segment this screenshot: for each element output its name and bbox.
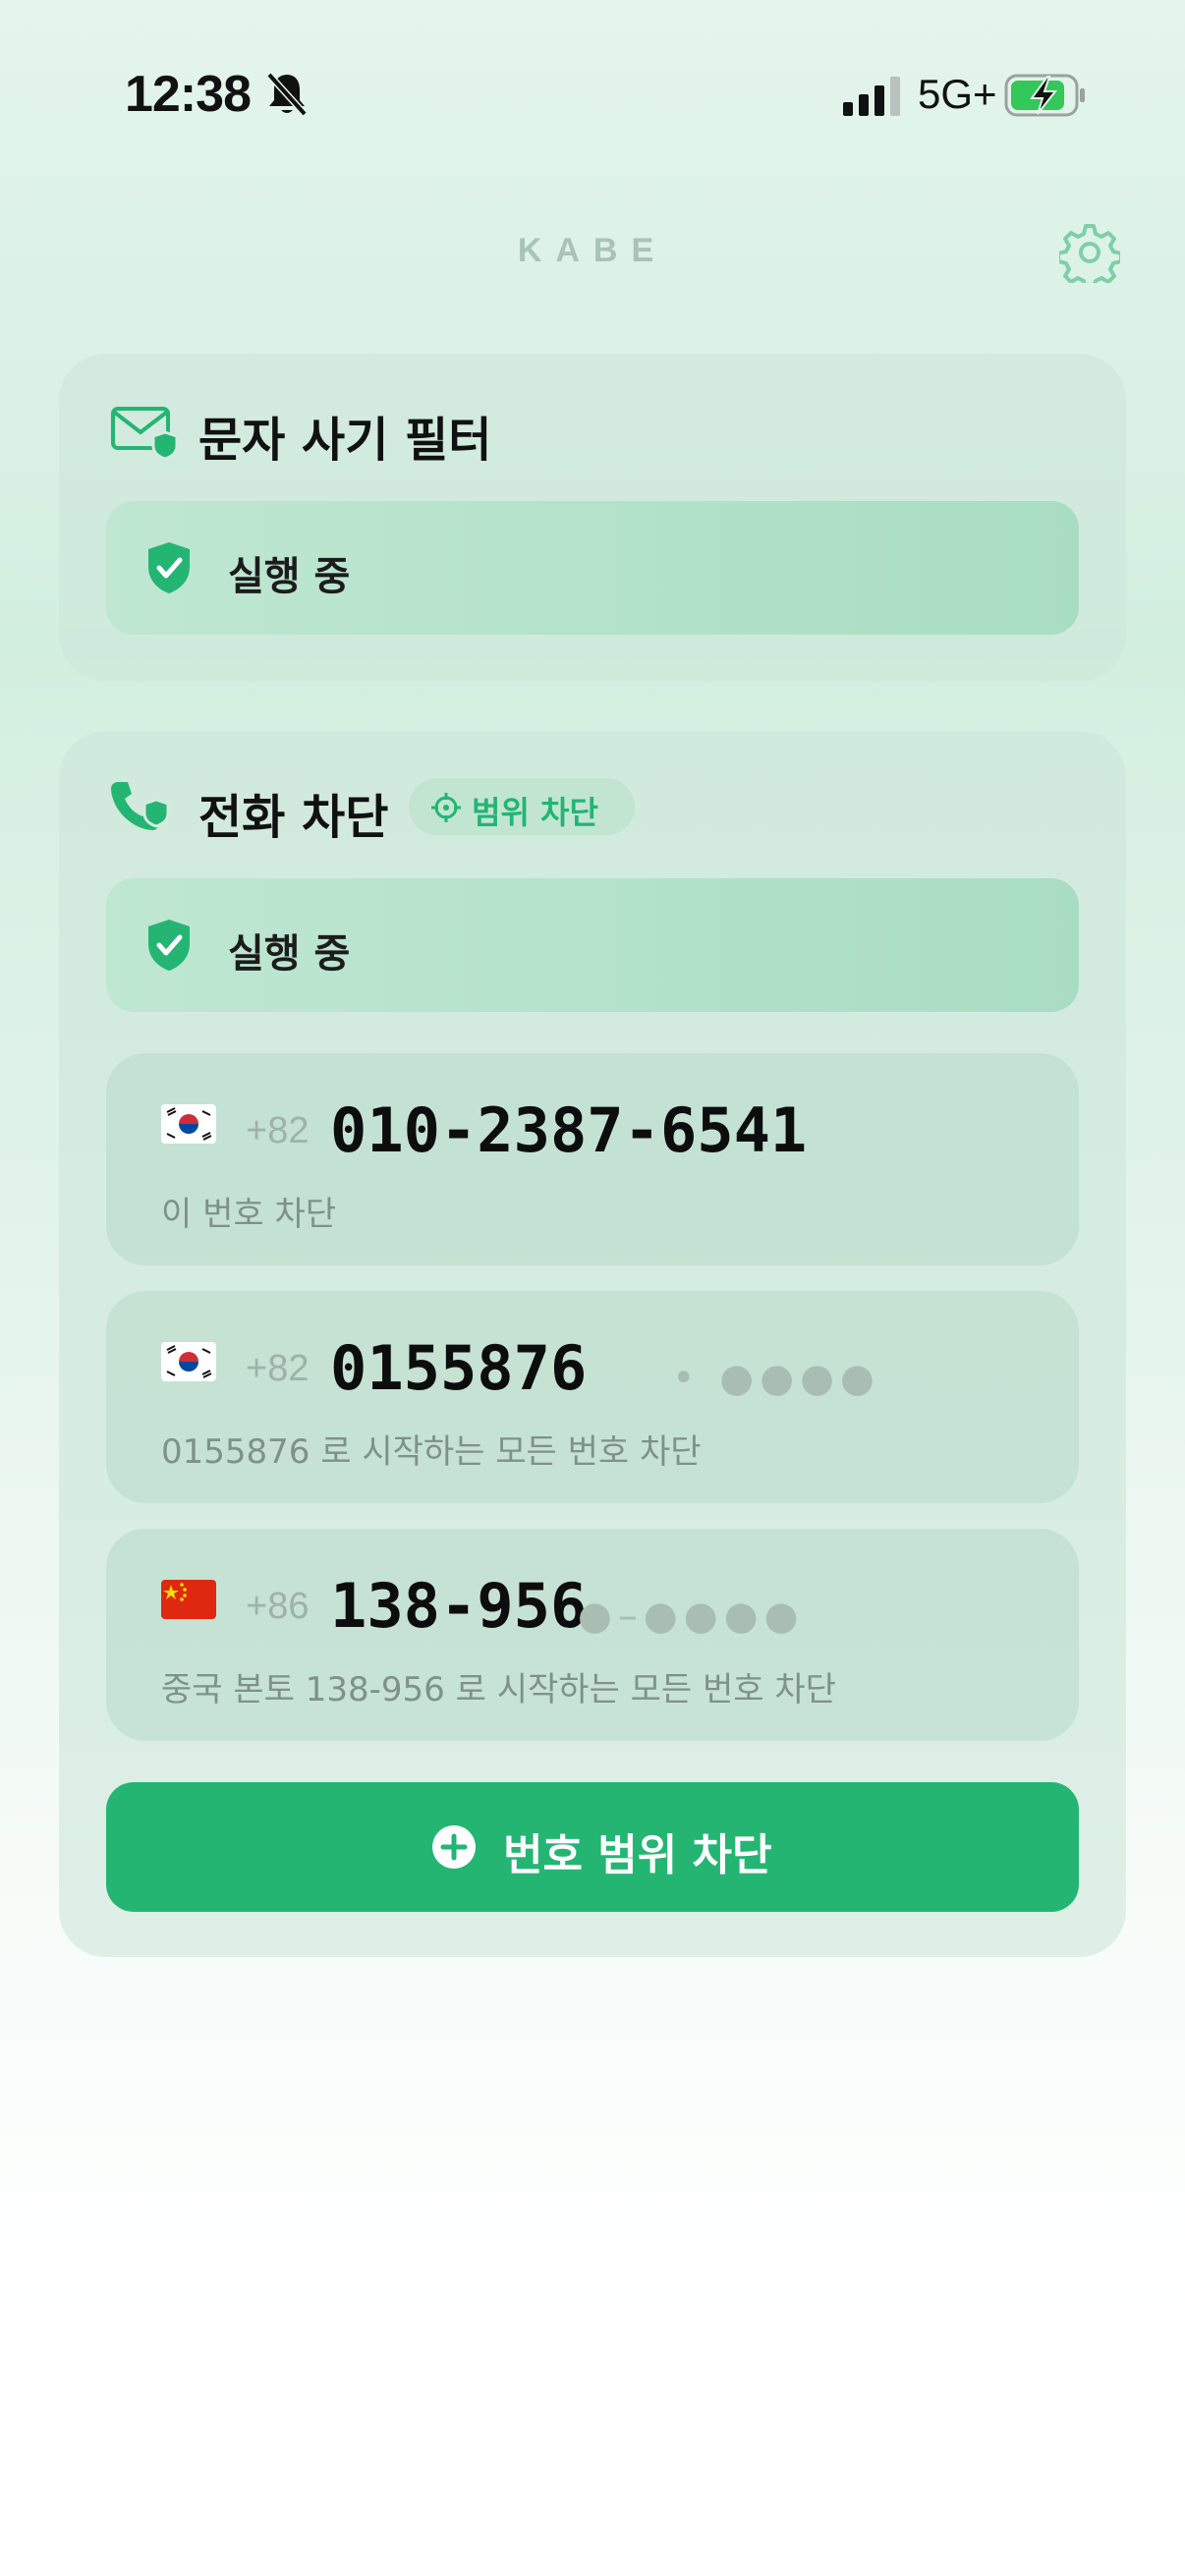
add-number-range-button[interactable]: 번호 범위 차단 (106, 1782, 1079, 1912)
country-code: +82 (246, 1110, 310, 1151)
network-label: 5G+ (918, 71, 997, 117)
shield-check-icon (148, 920, 190, 971)
number-description: 이 번호 차단 (161, 1195, 337, 1234)
phone-number: 010-2387-6541 (330, 1094, 808, 1166)
sms-filter-status-label: 실행 중 (228, 554, 351, 599)
call-block-status-label: 실행 중 (228, 931, 351, 977)
add-number-range-label: 번호 범위 차단 (503, 1830, 772, 1880)
blocked-number-item[interactable]: +86 138-956 ●–●●●● 중국 본토 138-956 로 시작하는 … (106, 1529, 1079, 1741)
number-description: 중국 본토 138-956 로 시작하는 모든 번호 차단 (161, 1670, 836, 1709)
call-block-card: 전화 차단 범위 차단 실행 중 +82 010-2387-6541 이 번호 … (59, 731, 1126, 1957)
shield-check-icon (148, 542, 190, 593)
blocked-number-item[interactable]: +82 0155876 • ●●●● 0155876 로 시작하는 모든 번호 … (106, 1291, 1079, 1503)
bell-slash-icon (266, 72, 308, 117)
sms-filter-card: 문자 사기 필터 실행 중 (59, 354, 1126, 682)
call-block-title: 전화 차단 (198, 790, 389, 845)
flag-korea-icon (161, 1104, 216, 1144)
plus-circle-icon (432, 1825, 476, 1869)
phone-number: 138-956 (330, 1570, 588, 1642)
number-description: 0155876 로 시작하는 모든 번호 차단 (161, 1432, 702, 1472)
gear-icon[interactable] (1059, 222, 1120, 283)
signal-icon (843, 77, 900, 116)
phone-number: 0155876 (330, 1332, 588, 1404)
crosshair-icon (431, 793, 461, 822)
number-mask: ●–●●●● (578, 1594, 805, 1639)
mail-shield-icon (111, 407, 179, 460)
flag-korea-icon (161, 1342, 216, 1381)
sms-filter-title: 문자 사기 필터 (198, 413, 492, 468)
blocked-number-item[interactable]: +82 010-2387-6541 이 번호 차단 (106, 1053, 1079, 1265)
number-mask: • ●●●● (672, 1356, 880, 1401)
range-block-badge[interactable]: 범위 차단 (409, 778, 635, 835)
range-block-badge-label: 범위 차단 (472, 794, 598, 831)
flag-china-icon (161, 1580, 216, 1619)
status-time: 12:38 (125, 66, 252, 123)
phone-shield-icon (111, 782, 170, 830)
sms-filter-status[interactable]: 실행 중 (106, 501, 1079, 635)
country-code: +82 (246, 1348, 310, 1389)
country-code: +86 (246, 1586, 310, 1627)
battery-charging-icon (1004, 74, 1085, 117)
call-block-status[interactable]: 실행 중 (106, 878, 1079, 1012)
app-brand: KABE (517, 232, 668, 269)
